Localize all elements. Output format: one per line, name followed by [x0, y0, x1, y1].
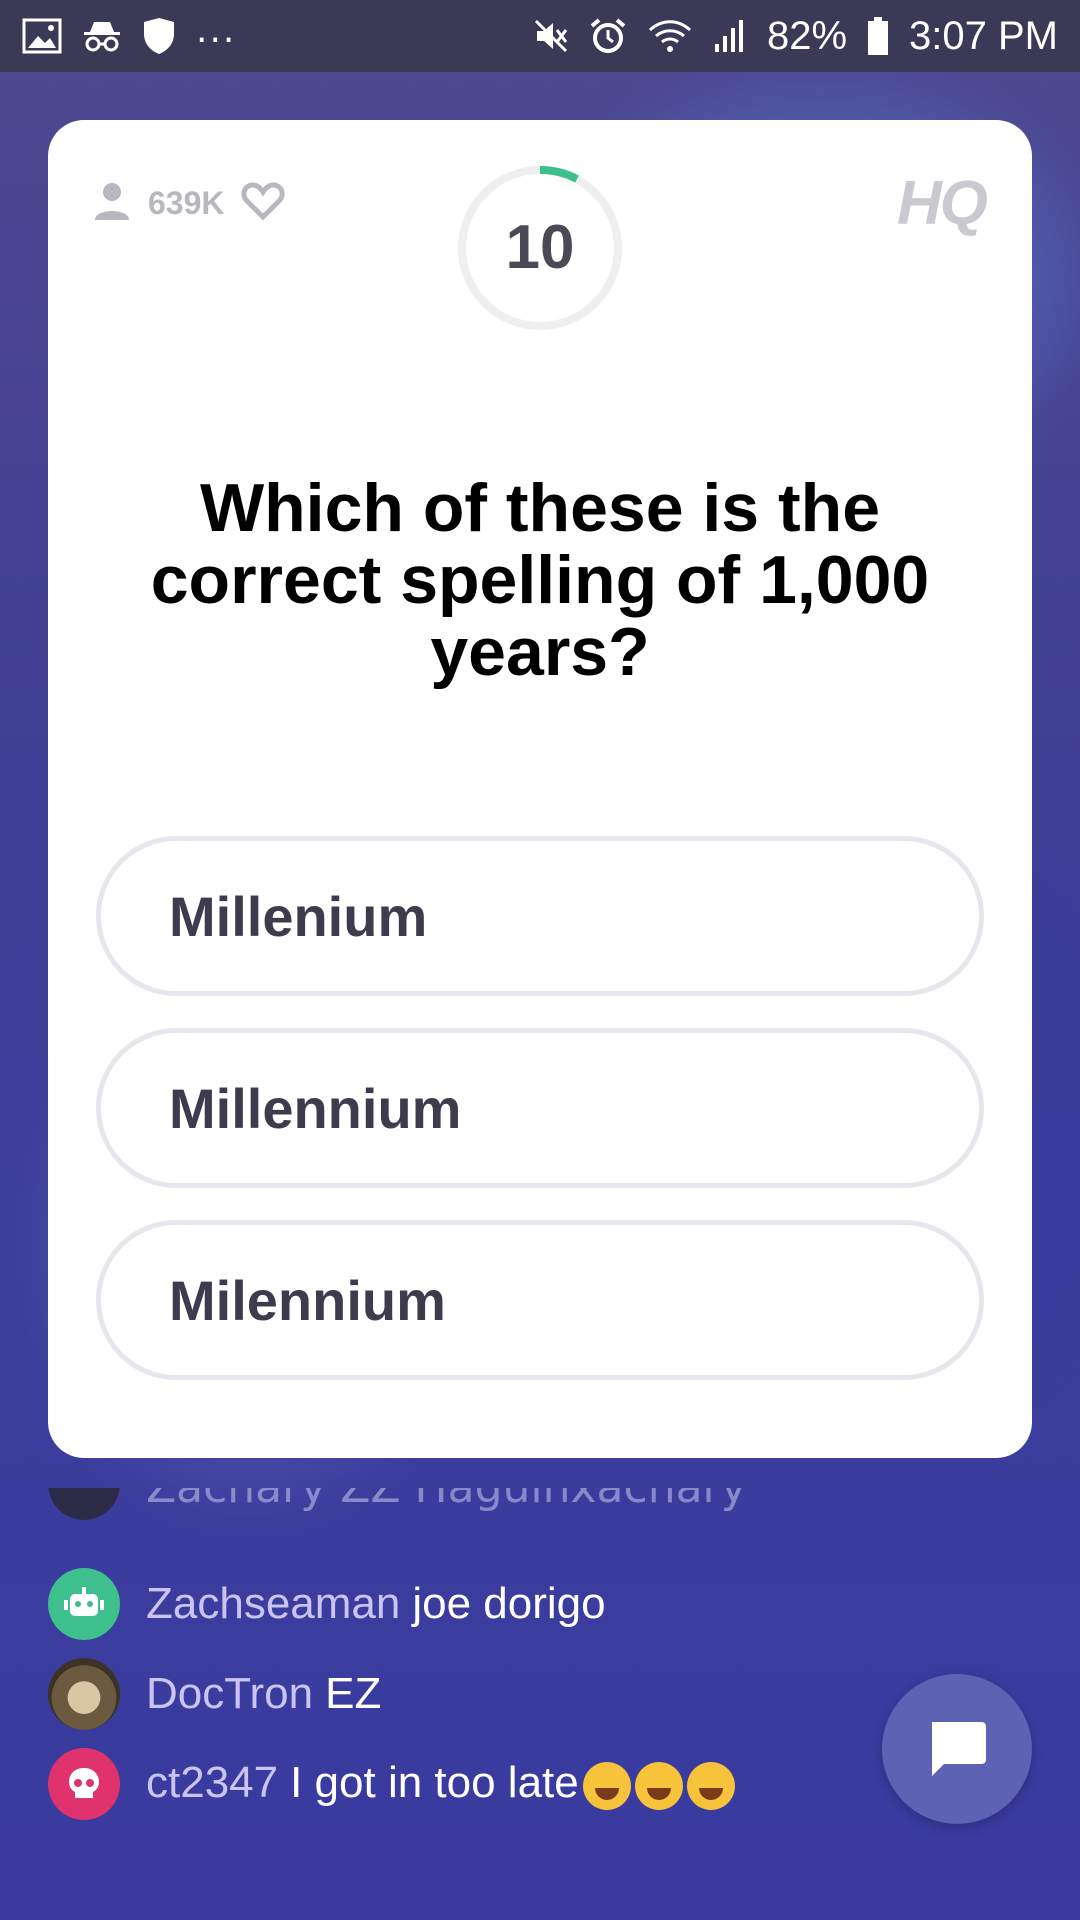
answer-option-1[interactable]: Millenium: [96, 836, 984, 996]
wifi-icon: [647, 18, 693, 54]
alarm-icon: [589, 17, 627, 55]
battery-percent: 82%: [766, 13, 848, 58]
chat-username[interactable]: DocTron: [146, 1669, 313, 1718]
hq-logo: HQ: [897, 169, 988, 238]
skull-icon: [48, 1748, 120, 1820]
crying-laughing-emoji: [686, 1761, 735, 1810]
question-text: Which of these is the correct spelling o…: [150, 470, 930, 690]
chat-text: I got in too late: [290, 1758, 579, 1808]
status-bar: ... 82% 3:07 PM: [0, 0, 1080, 72]
chat-button[interactable]: [882, 1674, 1032, 1824]
signal-icon: [713, 18, 747, 54]
crying-laughing-emoji: [634, 1761, 683, 1810]
viewer-count-label: 639K: [148, 184, 225, 221]
person-icon: [92, 180, 132, 226]
chat-text: joe dorigo: [412, 1579, 606, 1628]
countdown-timer: 10: [456, 164, 624, 332]
question-card: 639K 10 HQ Which of these is the correct…: [48, 120, 1032, 1458]
chat-message: ct2347 I got in too late: [48, 1748, 735, 1820]
answer-option-2[interactable]: Millennium: [96, 1028, 984, 1188]
mute-icon: [533, 18, 569, 54]
battery-icon: [867, 16, 889, 56]
shield-icon: [142, 16, 176, 56]
chat-message: DocTron EZ: [48, 1658, 381, 1730]
answer-option-3[interactable]: Milennium: [96, 1220, 984, 1380]
image-icon: [22, 18, 62, 54]
heart-icon[interactable]: [240, 181, 285, 225]
robot-icon: [48, 1568, 120, 1640]
crying-laughing-emoji: [582, 1761, 631, 1810]
incognito-icon: [82, 18, 122, 54]
avatar: [48, 1488, 120, 1520]
chat-bubble-icon: [932, 1722, 986, 1776]
chat-message-partial-text: Zachary ZZ Haguinxachary: [146, 1488, 748, 1513]
chat-message: Zachseaman joe dorigo: [48, 1568, 606, 1640]
viewer-count: 639K: [92, 180, 285, 226]
chat-message-partial: Zachary ZZ Haguinxachary: [48, 1488, 748, 1528]
clock: 3:07 PM: [909, 13, 1058, 58]
timer-value: 10: [505, 213, 575, 282]
chat-username[interactable]: Zachseaman: [146, 1579, 400, 1628]
avatar-photo: [48, 1658, 120, 1730]
chat-username[interactable]: ct2347: [146, 1758, 278, 1807]
chat-text: EZ: [325, 1669, 382, 1718]
notification-overflow: ...: [196, 10, 237, 51]
